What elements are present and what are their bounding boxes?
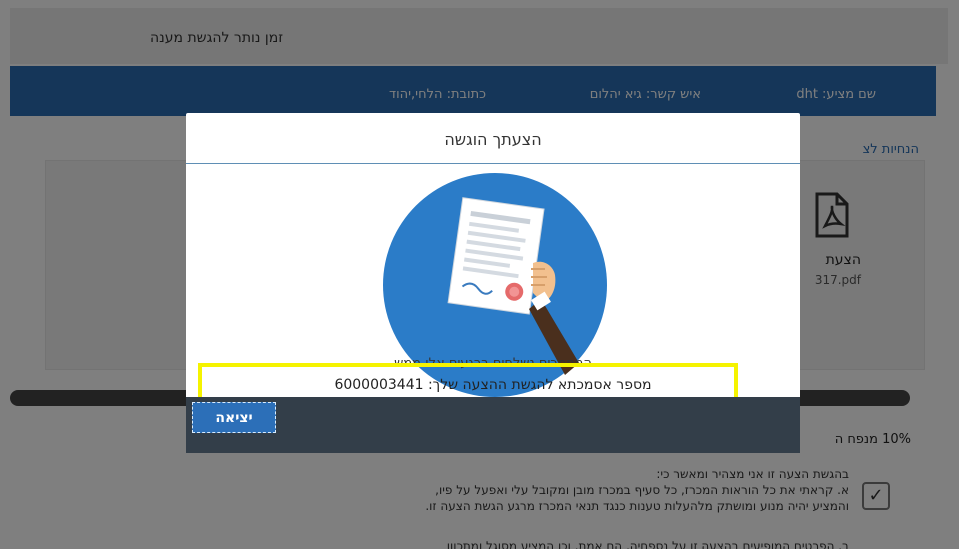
submission-modal: הצעתך הוגשה המסמכים נשלחים ברגעים אלו ממ… bbox=[186, 113, 800, 453]
modal-title: הצעתך הוגשה bbox=[444, 130, 542, 149]
modal-footer: יציאה bbox=[186, 397, 800, 453]
modal-header: הצעתך הוגשה bbox=[186, 113, 800, 164]
exit-button[interactable]: יציאה bbox=[192, 402, 276, 433]
